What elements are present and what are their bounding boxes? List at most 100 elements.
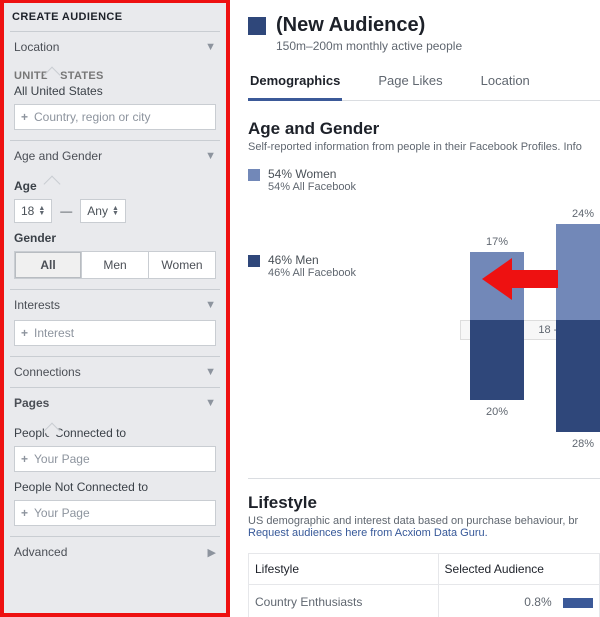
chart-column: 24% 28% [546, 186, 600, 446]
age-to-select[interactable]: Any ▲▼ [80, 199, 126, 223]
section-interests-body: + Interest [10, 320, 220, 356]
section-age-gender: Age and Gender ▼ Age 18 ▲▼ — Any ▲▼ [10, 140, 220, 289]
legend-women-line2: 54% All Facebook [268, 181, 356, 193]
plus-icon: + [21, 506, 28, 520]
pages-not-connected-input[interactable]: + Your Page [14, 500, 216, 526]
age-from-select[interactable]: 18 ▲▼ [14, 199, 52, 223]
section-age-gender-toggle[interactable]: Age and Gender ▼ [10, 141, 220, 171]
section-advanced: Advanced ▶ [10, 536, 220, 567]
audience-header: (New Audience) [248, 14, 600, 37]
section-location-label: Location [14, 40, 59, 54]
section-age-gender-label: Age and Gender [14, 149, 102, 163]
section-connections: Connections ▼ [10, 356, 220, 387]
age-gender-chart: 18 - 24 25 - 34 17% 20% 24% 28% [460, 186, 600, 446]
lifestyle-request-link[interactable]: Request audiences here from Acxiom Data … [248, 527, 600, 539]
col-selected: Selected Audience [438, 554, 599, 585]
plus-icon: + [21, 110, 28, 124]
lifestyle-table: Lifestyle Selected Audience Country Enth… [248, 553, 600, 617]
bar-women [556, 224, 600, 320]
legend-men-line1: 46% Men [268, 253, 356, 267]
gender-label: Gender [14, 231, 216, 245]
tab-demographics[interactable]: Demographics [248, 67, 342, 101]
section-interests-label: Interests [14, 298, 60, 312]
section-location-body: UNITED STATES All United States + Countr… [10, 70, 220, 140]
bar-label-women: 24% [546, 208, 600, 220]
bar-label-men: 28% [546, 438, 600, 450]
lifestyle-subtitle: US demographic and interest data based o… [248, 515, 600, 527]
sparkbar-icon [563, 598, 593, 608]
pages-connected-input[interactable]: + Your Page [14, 446, 216, 472]
pages-connected-placeholder: Your Page [34, 452, 90, 466]
section-interests: Interests ▼ + Interest [10, 289, 220, 356]
age-from-value: 18 [21, 204, 34, 218]
section-connections-label: Connections [14, 365, 81, 379]
section-advanced-toggle[interactable]: Advanced ▶ [10, 537, 220, 567]
chevron-down-icon: ▼ [205, 366, 216, 378]
chevron-down-icon: ▼ [205, 299, 216, 311]
location-input-placeholder: Country, region or city [34, 110, 151, 124]
legend-women-swatch [248, 169, 260, 181]
location-region-sub: All United States [14, 84, 216, 98]
location-input[interactable]: + Country, region or city [14, 104, 216, 130]
legend-men-text: 46% Men 46% All Facebook [268, 253, 356, 279]
stepper-icon: ▲▼ [112, 206, 119, 216]
section-interests-toggle[interactable]: Interests ▼ [10, 290, 220, 320]
lifestyle-name: Country Enthusiasts [249, 585, 439, 617]
tab-page-likes[interactable]: Page Likes [376, 67, 444, 100]
bar-men [470, 320, 524, 400]
pages-connected-label: People Connected to [14, 426, 216, 440]
legend-men-line2: 46% All Facebook [268, 267, 356, 279]
section-age-gender-body: Age 18 ▲▼ — Any ▲▼ Gender All Men [10, 179, 220, 289]
section-pages-toggle[interactable]: Pages ▼ [10, 388, 220, 418]
interests-input[interactable]: + Interest [14, 320, 216, 346]
legend-women-line1: 54% Women [268, 167, 356, 181]
tab-location[interactable]: Location [479, 67, 532, 100]
bar-men [556, 320, 600, 432]
section-pages-label: Pages [14, 396, 49, 410]
sidebar-title: CREATE AUDIENCE [10, 7, 220, 31]
lifestyle-section: Lifestyle US demographic and interest da… [248, 478, 600, 617]
create-audience-sidebar: CREATE AUDIENCE Location ▼ UNITED STATES… [0, 0, 230, 617]
app-root: CREATE AUDIENCE Location ▼ UNITED STATES… [0, 0, 600, 617]
main-panel: (New Audience) 150m–200m monthly active … [230, 0, 600, 617]
insights-tabs: Demographics Page Likes Location [248, 67, 600, 101]
table-header-row: Lifestyle Selected Audience [249, 554, 600, 585]
col-lifestyle: Lifestyle [249, 554, 439, 585]
chart-column: 17% 20% [460, 186, 534, 446]
section-location: Location ▼ UNITED STATES All United Stat… [10, 31, 220, 140]
section-connections-toggle[interactable]: Connections ▼ [10, 357, 220, 387]
plus-icon: + [21, 452, 28, 466]
age-row: 18 ▲▼ — Any ▲▼ [14, 199, 216, 223]
audience-title: (New Audience) [276, 14, 425, 37]
gender-all-button[interactable]: All [15, 252, 82, 278]
gender-women-button[interactable]: Women [149, 252, 215, 278]
audience-color-swatch [248, 17, 266, 35]
lifestyle-pct-cell: 0.8% [438, 585, 599, 617]
section-pages-body: People Connected to + Your Page People N… [10, 426, 220, 536]
annotation-arrow-icon [488, 258, 558, 298]
chevron-down-icon: ▼ [205, 150, 216, 162]
age-gender-title: Age and Gender [248, 119, 600, 139]
section-location-toggle[interactable]: Location ▼ [10, 32, 220, 62]
bar-label-women: 17% [460, 236, 534, 248]
chevron-right-icon: ▶ [208, 546, 216, 559]
pages-not-connected-label: People Not Connected to [14, 480, 216, 494]
bar-label-men: 20% [460, 406, 534, 418]
interests-placeholder: Interest [34, 326, 74, 340]
age-gender-subtitle: Self-reported information from people in… [248, 141, 600, 153]
age-label: Age [14, 179, 216, 193]
section-pages: Pages ▼ People Connected to + Your Page … [10, 387, 220, 536]
plus-icon: + [21, 326, 28, 340]
age-separator: — [60, 204, 72, 218]
gender-segmented: All Men Women [14, 251, 216, 279]
legend-men-swatch [248, 255, 260, 267]
lifestyle-pct: 0.8% [524, 595, 551, 609]
legend-women-text: 54% Women 54% All Facebook [268, 167, 356, 193]
table-row: Country Enthusiasts 0.8% [249, 585, 600, 617]
pages-not-connected-placeholder: Your Page [34, 506, 90, 520]
lifestyle-title: Lifestyle [248, 493, 600, 513]
chevron-down-icon: ▼ [205, 397, 216, 409]
age-to-value: Any [87, 204, 108, 218]
gender-men-button[interactable]: Men [82, 252, 149, 278]
chevron-down-icon: ▼ [205, 41, 216, 53]
